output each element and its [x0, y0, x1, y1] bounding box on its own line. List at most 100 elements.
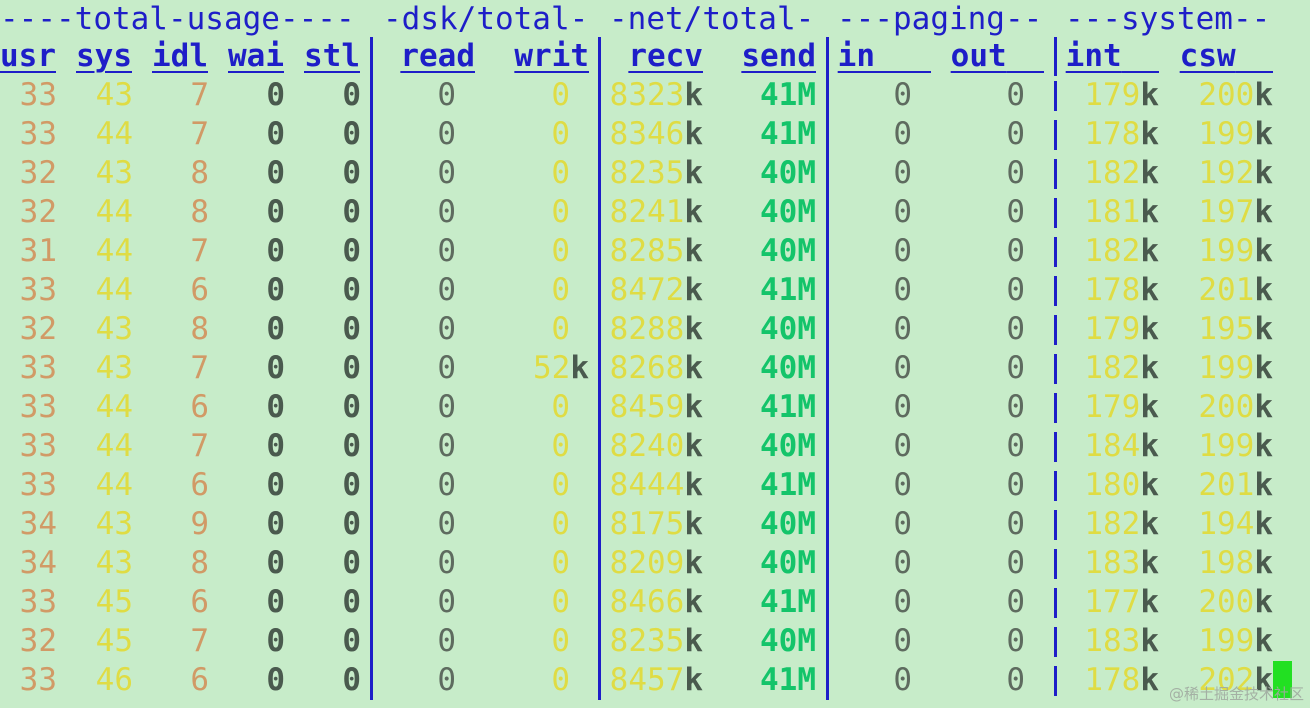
cell-wai: 0	[266, 233, 285, 269]
cell-out: 0	[1006, 116, 1025, 152]
cell-writ: 0	[551, 467, 570, 503]
separator	[826, 583, 829, 622]
cell-usr: 33	[19, 389, 57, 425]
cell-idl: 8	[190, 545, 209, 581]
separator	[370, 193, 373, 232]
cell-sys: 43	[95, 350, 133, 386]
cell-stl: 0	[342, 389, 361, 425]
cell-recv: 8209k	[609, 545, 703, 581]
separator	[1054, 37, 1057, 76]
cell-wai: 0	[266, 623, 285, 659]
cell-idl: 8	[190, 194, 209, 230]
cell-int: 179k	[1084, 311, 1159, 347]
group-dsk-total: -dsk/total-	[383, 1, 589, 37]
cell-idl: 7	[190, 623, 209, 659]
cell-stl: 0	[342, 623, 361, 659]
separator	[1054, 666, 1057, 696]
cell-csw: 200k	[1198, 389, 1273, 425]
cell-int: 183k	[1084, 545, 1159, 581]
cell-sys: 45	[95, 584, 133, 620]
cell-sys: 43	[95, 77, 133, 113]
separator	[370, 37, 373, 76]
cell-wai: 0	[266, 272, 285, 308]
cell-idl: 6	[190, 467, 209, 503]
separator	[826, 349, 829, 388]
cell-csw: 201k	[1198, 272, 1273, 308]
cell-writ: 0	[551, 428, 570, 464]
cell-send: 41M	[760, 272, 816, 308]
cell-recv: 8323k	[609, 77, 703, 113]
cell-read: 0	[437, 428, 456, 464]
separator	[1054, 159, 1057, 189]
cell-csw: 199k	[1198, 428, 1273, 464]
cell-send: 41M	[760, 116, 816, 152]
cell-writ: 0	[551, 272, 570, 308]
cell-send: 40M	[760, 155, 816, 191]
cell-usr: 33	[19, 467, 57, 503]
separator	[826, 388, 829, 427]
cell-out: 0	[1006, 545, 1025, 581]
cell-read: 0	[437, 272, 456, 308]
cell-int: 182k	[1084, 233, 1159, 269]
cell-out: 0	[1006, 155, 1025, 191]
header-in: in	[837, 38, 875, 74]
separator	[1054, 432, 1057, 462]
cell-send: 41M	[760, 389, 816, 425]
separator	[826, 466, 829, 505]
separator	[1054, 510, 1057, 540]
cell-out: 0	[1006, 272, 1025, 308]
cell-out: 0	[1006, 233, 1025, 269]
cell-in: 0	[893, 350, 912, 386]
cell-sys: 43	[95, 506, 133, 542]
group-paging: ---paging--	[837, 1, 1043, 37]
separator	[826, 232, 829, 271]
header-wai: wai	[228, 38, 284, 74]
cell-usr: 31	[19, 233, 57, 269]
separator	[826, 115, 829, 154]
cell-csw: 199k	[1198, 623, 1273, 659]
cell-out: 0	[1006, 428, 1025, 464]
cell-usr: 32	[19, 194, 57, 230]
separator	[826, 310, 829, 349]
cell-recv: 8241k	[609, 194, 703, 230]
terminal-window[interactable]: ----total-usage---- -dsk/total- -net/tot…	[0, 0, 1310, 708]
cell-in: 0	[893, 584, 912, 620]
cell-idl: 6	[190, 389, 209, 425]
cell-idl: 9	[190, 506, 209, 542]
header-send: send	[741, 38, 816, 74]
cell-usr: 32	[19, 623, 57, 659]
cell-wai: 0	[266, 389, 285, 425]
separator	[1054, 315, 1057, 345]
cell-idl: 7	[190, 350, 209, 386]
cell-int: 178k	[1084, 272, 1159, 308]
separator	[370, 505, 373, 544]
cell-writ: 0	[551, 311, 570, 347]
separator	[598, 622, 601, 661]
cell-stl: 0	[342, 272, 361, 308]
header-writ: writ	[514, 38, 589, 74]
separator	[598, 193, 601, 232]
cell-send: 40M	[760, 311, 816, 347]
separator	[826, 76, 829, 115]
cell-sys: 44	[95, 233, 133, 269]
separator	[598, 349, 601, 388]
cell-stl: 0	[342, 155, 361, 191]
separator	[1054, 588, 1057, 618]
cell-recv: 8235k	[609, 623, 703, 659]
cell-int: 178k	[1084, 116, 1159, 152]
cell-send: 40M	[760, 194, 816, 230]
cell-sys: 44	[95, 272, 133, 308]
separator	[598, 115, 601, 154]
cell-recv: 8472k	[609, 272, 703, 308]
cell-out: 0	[1006, 389, 1025, 425]
cell-send: 40M	[760, 623, 816, 659]
cell-csw: 199k	[1198, 350, 1273, 386]
separator	[826, 37, 829, 76]
separator	[826, 505, 829, 544]
cell-idl: 8	[190, 311, 209, 347]
cell-recv: 8466k	[609, 584, 703, 620]
cell-recv: 8240k	[609, 428, 703, 464]
watermark: @稀土掘金技术社区	[1168, 685, 1304, 703]
separator	[1054, 393, 1057, 423]
cell-wai: 0	[266, 545, 285, 581]
